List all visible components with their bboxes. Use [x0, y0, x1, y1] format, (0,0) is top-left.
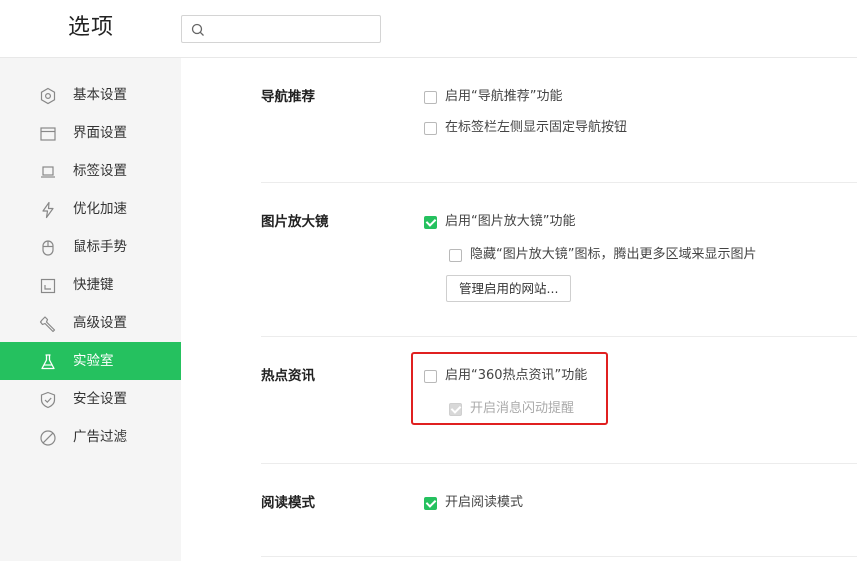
checkbox[interactable]	[449, 248, 462, 262]
manage-sites-button[interactable]: 管理启用的网站...	[446, 275, 572, 302]
sidebar-item-gestures[interactable]: 鼠标手势	[0, 228, 181, 266]
sidebar-item-label: 快捷键	[73, 277, 114, 293]
sidebar-item-interface[interactable]: 界面设置	[0, 114, 181, 152]
checkbox[interactable]	[424, 90, 437, 104]
lightning-icon	[42, 201, 54, 219]
option-label: 隐藏“图片放大镜”图标，腾出更多区域来显示图片	[470, 247, 757, 262]
header: 选项	[0, 0, 857, 58]
divider	[261, 336, 857, 337]
option-label: 开启阅读模式	[445, 495, 524, 510]
sidebar-item-label: 界面设置	[73, 125, 127, 141]
search-input[interactable]	[210, 19, 374, 41]
highlight-box	[411, 352, 608, 425]
sidebar-item-label: 实验室	[73, 353, 114, 369]
search-box[interactable]	[181, 15, 381, 43]
wrench-icon	[39, 316, 56, 333]
option-label: 启用“图片放大镜”功能	[445, 214, 576, 229]
flask-icon	[41, 354, 55, 370]
section-title-nav: 导航推荐	[261, 89, 315, 105]
sidebar-item-label: 鼠标手势	[73, 239, 127, 255]
sidebar-item-label: 优化加速	[73, 201, 127, 217]
settings-content: 导航推荐 启用“导航推荐”功能 在标签栏左侧显示固定导航按钮 图片放大镜 启用“…	[181, 58, 857, 561]
sidebar: 基本设置 界面设置 标签设置 优化加速 鼠标手势 快捷键 高级设置 实验室 安全…	[0, 58, 181, 561]
hexagon-icon	[40, 87, 56, 105]
sidebar-item-lab[interactable]: 实验室	[0, 342, 181, 380]
sidebar-item-basic[interactable]: 基本设置	[0, 76, 181, 114]
divider	[261, 463, 857, 464]
shield-icon	[40, 391, 56, 409]
mouse-icon	[42, 240, 54, 256]
sidebar-item-adblock[interactable]: 广告过滤	[0, 418, 181, 456]
sidebar-item-advanced[interactable]: 高级设置	[0, 304, 181, 342]
sidebar-item-label: 安全设置	[73, 391, 127, 407]
checkbox[interactable]	[424, 121, 437, 135]
sidebar-item-optimize[interactable]: 优化加速	[0, 190, 181, 228]
section-title-reading: 阅读模式	[261, 495, 315, 511]
search-icon	[191, 23, 204, 36]
option-label: 在标签栏左侧显示固定导航按钮	[445, 120, 628, 135]
sidebar-item-tabs[interactable]: 标签设置	[0, 152, 181, 190]
sidebar-item-label: 广告过滤	[73, 429, 127, 445]
laptop-icon	[41, 166, 55, 178]
option-enable-nav[interactable]: 启用“导航推荐”功能	[424, 88, 562, 106]
option-fixed-nav-button[interactable]: 在标签栏左侧显示固定导航按钮	[424, 119, 627, 137]
option-label: 启用“导航推荐”功能	[445, 89, 563, 104]
section-title-magnifier: 图片放大镜	[261, 214, 329, 230]
section-title-hotnews: 热点资讯	[261, 368, 315, 384]
ban-icon	[40, 430, 56, 446]
sidebar-item-label: 高级设置	[73, 315, 127, 331]
sidebar-item-shortcuts[interactable]: 快捷键	[0, 266, 181, 304]
sidebar-item-label: 标签设置	[73, 163, 127, 179]
option-hide-magnifier-icon[interactable]: 隐藏“图片放大镜”图标，腾出更多区域来显示图片	[449, 246, 756, 264]
option-enable-reading[interactable]: 开启阅读模式	[424, 494, 523, 512]
shortcut-icon	[40, 278, 56, 294]
checkbox-checked[interactable]	[424, 496, 437, 510]
checkbox-checked[interactable]	[424, 215, 437, 229]
page-title: 选项	[68, 15, 115, 40]
window-icon	[40, 127, 56, 141]
divider	[261, 556, 857, 557]
divider	[261, 182, 857, 183]
sidebar-item-security[interactable]: 安全设置	[0, 380, 181, 418]
sidebar-item-label: 基本设置	[73, 87, 127, 103]
option-enable-magnifier[interactable]: 启用“图片放大镜”功能	[424, 213, 575, 231]
